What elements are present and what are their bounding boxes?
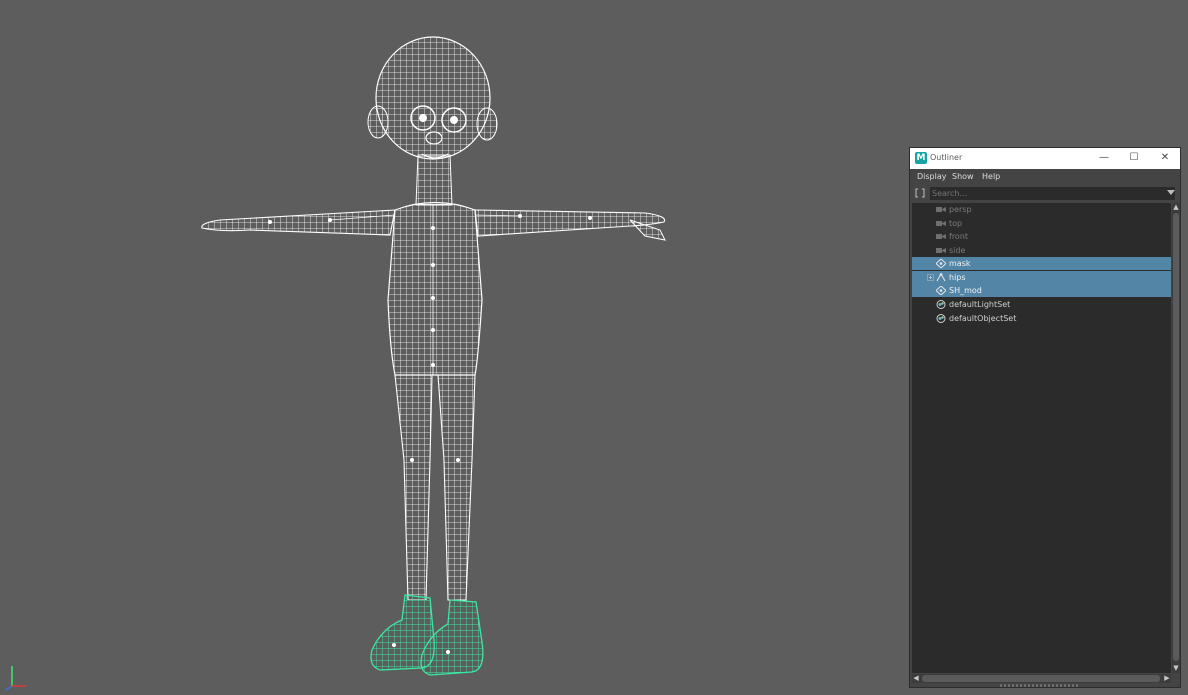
maximize-icon[interactable]: ☐	[1126, 150, 1142, 166]
camera-icon	[936, 234, 946, 239]
scroll-up-icon[interactable]: ▲	[1172, 203, 1180, 211]
scroll-down-icon[interactable]: ▼	[1172, 664, 1180, 672]
outliner-item-label: hips	[949, 272, 966, 282]
chevron-down-icon[interactable]	[1167, 190, 1175, 195]
vertical-scroll-thumb[interactable]	[1173, 213, 1179, 661]
character-head	[367, 36, 498, 160]
outliner-item-label: defaultLightSet	[949, 300, 1011, 309]
outliner-item-label: defaultObjectSet	[949, 313, 1017, 323]
minimize-icon[interactable]: —	[1096, 150, 1112, 166]
outliner-item-label: mask	[949, 259, 971, 268]
character-shoes-selected[interactable]	[370, 594, 484, 676]
outliner-menubar: Display Show Help	[910, 169, 1180, 186]
outliner-item-side[interactable]: side	[912, 244, 1171, 257]
outliner-item-label: persp	[949, 205, 972, 214]
menu-show[interactable]: Show	[952, 172, 974, 181]
horizontal-scrollbar[interactable]: ◀ ▶	[912, 674, 1171, 683]
outliner-item-front[interactable]: front	[912, 230, 1171, 243]
outliner-item-hips[interactable]: hips	[912, 270, 1171, 284]
outliner-item-defaultlightset[interactable]: defaultLightSet	[912, 298, 1171, 311]
maya-logo-icon: M	[915, 152, 927, 164]
search-row	[910, 186, 1180, 202]
scroll-right-icon[interactable]: ▶	[1163, 674, 1171, 683]
search-input[interactable]	[930, 187, 1175, 200]
close-icon[interactable]: ✕	[1157, 150, 1173, 166]
resize-grip[interactable]	[1000, 684, 1080, 687]
view-axis-icon	[5, 666, 26, 691]
menu-display[interactable]: Display	[917, 172, 947, 181]
horizontal-scroll-thumb[interactable]	[922, 675, 1160, 682]
joint-icon	[936, 272, 946, 281]
outliner-item-defaultobjectset[interactable]: defaultObjectSet	[912, 312, 1171, 325]
scroll-left-icon[interactable]: ◀	[912, 674, 920, 683]
camera-icon	[936, 247, 946, 253]
window-title: Outliner	[930, 153, 963, 162]
outliner-tree[interactable]: persp top front side mask hips SH_mod de…	[912, 203, 1171, 673]
camera-icon	[936, 207, 946, 212]
transform-node-icon	[936, 286, 946, 295]
outliner-titlebar[interactable]: M Outliner — ☐ ✕	[910, 148, 1180, 169]
character-wireframe-model[interactable]	[190, 30, 730, 680]
transform-node-icon	[936, 259, 946, 268]
outliner-item-label: front	[949, 232, 969, 241]
expand-plus-icon[interactable]	[927, 273, 934, 281]
outliner-item-label: SH_mod	[949, 286, 982, 295]
vertical-scrollbar[interactable]: ▲ ▼	[1172, 203, 1180, 673]
outliner-item-sh-mod[interactable]: SH_mod	[912, 284, 1171, 297]
outliner-item-mask[interactable]: mask	[912, 257, 1171, 270]
outliner-item-label: side	[949, 245, 966, 255]
set-icon	[936, 300, 946, 309]
filter-brackets-icon[interactable]	[915, 188, 925, 198]
camera-icon	[936, 220, 946, 226]
set-icon	[936, 313, 946, 323]
outliner-window[interactable]: M Outliner — ☐ ✕ Display Show Help persp…	[909, 147, 1181, 688]
outliner-item-top[interactable]: top	[912, 217, 1171, 230]
outliner-item-persp[interactable]: persp	[912, 203, 1171, 216]
menu-help[interactable]: Help	[982, 172, 1000, 181]
outliner-item-label: top	[949, 218, 963, 228]
